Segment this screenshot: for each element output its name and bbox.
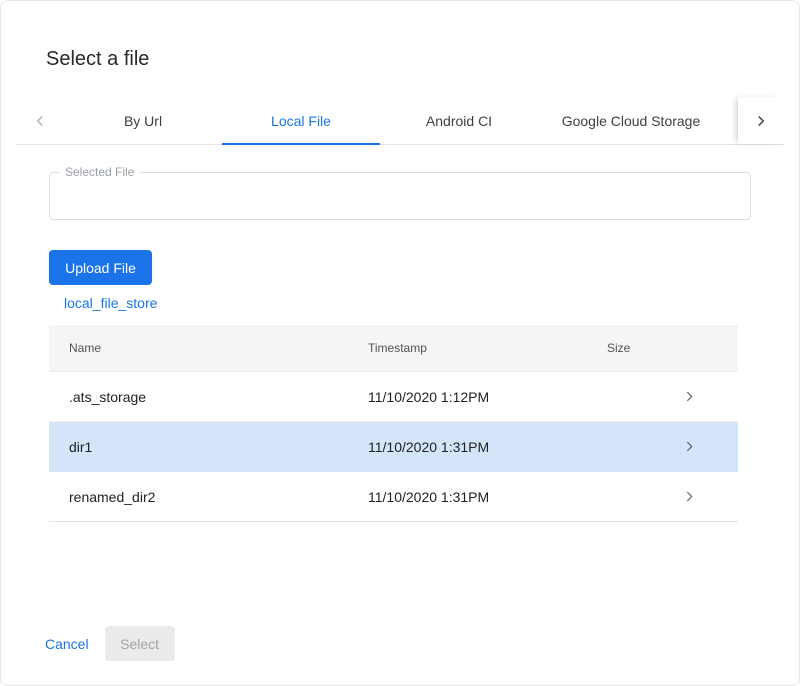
tab-bar: By Url Local File Android CI Google Clou… [16,97,784,145]
file-timestamp: 11/10/2020 1:12PM [368,389,607,405]
file-timestamp: 11/10/2020 1:31PM [368,489,607,505]
file-name: dir1 [69,439,368,455]
file-timestamp: 11/10/2020 1:31PM [368,439,607,455]
chevron-right-icon [682,489,697,504]
selected-file-input[interactable] [50,173,750,219]
tabs-paginate-left-button[interactable] [16,97,64,144]
table-row-renamed-dir2[interactable]: renamed_dir2 11/10/2020 1:31PM [49,472,738,522]
file-name: renamed_dir2 [69,489,368,505]
cancel-button[interactable]: Cancel [45,626,89,661]
tab-android-ci[interactable]: Android CI [380,97,538,144]
column-header-size: Size [607,341,682,355]
local-file-panel: Selected File Upload File local_file_sto… [1,172,799,522]
select-button[interactable]: Select [105,626,175,661]
table-header-row: Name Timestamp Size [49,325,738,372]
chevron-right-icon [682,439,697,454]
tab-google-cloud-storage[interactable]: Google Cloud Storage [538,97,724,144]
select-file-dialog: Select a file By Url Local File Android … [0,0,800,686]
open-directory-button[interactable] [682,439,738,454]
chevron-left-icon [31,112,49,130]
breadcrumb: local_file_store [64,295,751,312]
tab-spacer [724,97,738,144]
dialog-actions: Cancel Select [1,626,799,685]
file-table: Name Timestamp Size .ats_storage 11/10/2… [49,325,738,522]
table-row-dir1[interactable]: dir1 11/10/2020 1:31PM [49,422,738,472]
column-header-name: Name [69,341,368,355]
upload-file-button[interactable]: Upload File [49,250,152,285]
open-directory-button[interactable] [682,489,738,504]
file-name: .ats_storage [69,389,368,405]
chevron-right-icon [682,389,697,404]
tab-by-url[interactable]: By Url [64,97,222,144]
chevron-right-icon [752,112,770,130]
tab-local-file[interactable]: Local File [222,97,380,144]
selected-file-field: Selected File [49,172,751,220]
tabs-paginate-right-button[interactable] [738,97,784,144]
column-header-timestamp: Timestamp [368,341,607,355]
selected-file-label: Selected File [60,165,139,180]
table-row-ats-storage[interactable]: .ats_storage 11/10/2020 1:12PM [49,372,738,422]
dialog-title: Select a file [46,48,799,71]
open-directory-button[interactable] [682,389,738,404]
breadcrumb-local-file-store[interactable]: local_file_store [64,295,157,311]
